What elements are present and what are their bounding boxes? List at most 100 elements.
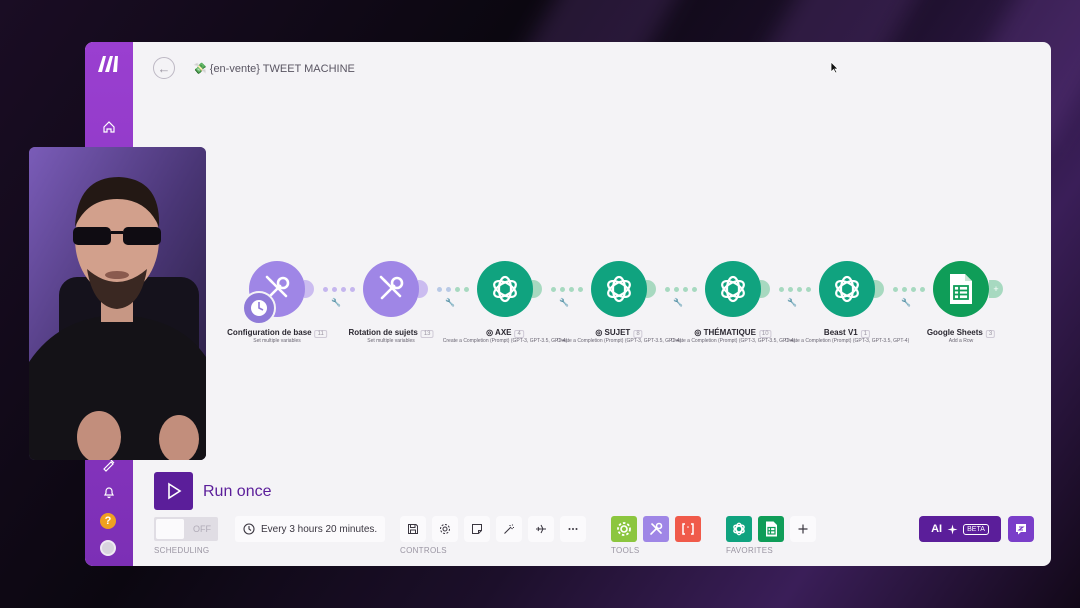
toggle-knob <box>156 519 184 539</box>
module-axe[interactable] <box>477 261 533 317</box>
scenario-title-text: {en-vente} TWEET MACHINE <box>209 63 355 75</box>
module-label: ◎ THÉMATIQUE 10 <box>694 328 772 338</box>
gear-icon <box>440 524 450 534</box>
scheduling-toggle[interactable]: OFF <box>154 517 218 541</box>
run-once-button[interactable] <box>154 472 193 510</box>
route-wrench-icon[interactable]: 🔧 <box>331 298 341 307</box>
module-beast-v1[interactable] <box>819 261 875 317</box>
node-port[interactable] <box>418 280 428 298</box>
connector-dots <box>551 287 583 292</box>
schedule-interval-button[interactable]: Every 3 hours 20 minutes. <box>235 516 386 542</box>
route-wrench-icon[interactable]: 🔧 <box>787 298 797 307</box>
ai-assistant-button[interactable]: AI BETA <box>919 516 1001 542</box>
route-wrench-icon[interactable]: 🔧 <box>445 298 455 307</box>
openai-icon <box>835 275 859 303</box>
clock-icon <box>243 523 255 535</box>
airplane-icon <box>536 524 546 534</box>
save-icon <box>408 524 418 534</box>
schedule-clock-icon[interactable] <box>242 291 276 325</box>
play-icon <box>167 482 181 500</box>
editor-window: ? ← 💸 {en-vente} TWEET MACHINE 🔧 🔧 🔧 🔧 🔧… <box>85 42 1051 566</box>
tools-icon <box>650 522 663 535</box>
scenario-settings-button[interactable] <box>432 516 458 542</box>
module-description: Create a Completion (Prompt) (GPT-3, GPT… <box>556 338 682 344</box>
connector-dots <box>893 287 925 292</box>
module-description: Create a Completion (Prompt) (GPT-3, GPT… <box>670 338 796 344</box>
favorite-openai-button[interactable] <box>726 516 752 542</box>
money-emoji-icon: 💸 <box>193 63 207 75</box>
openai-icon <box>607 275 631 303</box>
add-favorite-button[interactable] <box>790 516 816 542</box>
scheduling-section-label: SCHEDULING <box>154 546 210 555</box>
plus-icon <box>798 524 808 534</box>
home-icon[interactable] <box>99 117 119 137</box>
tools-json-button[interactable] <box>675 516 701 542</box>
module-label: Configuration de base 11 <box>227 328 327 338</box>
mouse-cursor-icon <box>830 61 839 74</box>
run-once-label[interactable]: Run once <box>203 483 272 501</box>
notifications-bell-icon[interactable] <box>99 482 119 502</box>
tools-flow-control-button[interactable] <box>611 516 637 542</box>
chat-icon <box>1016 524 1026 535</box>
webcam-overlay <box>29 147 206 460</box>
brackets-icon <box>682 523 694 535</box>
module-sujet[interactable] <box>591 261 647 317</box>
openai-icon <box>493 275 517 303</box>
module-rotation-de-sujets[interactable] <box>363 261 419 317</box>
route-wrench-icon[interactable]: 🔧 <box>901 298 911 307</box>
user-avatar[interactable] <box>100 540 116 556</box>
route-wrench-icon[interactable]: 🔧 <box>673 298 683 307</box>
controls-section-label: CONTROLS <box>400 546 447 555</box>
back-arrow-icon[interactable]: ← <box>153 57 175 79</box>
favorite-google-sheets-button[interactable] <box>758 516 784 542</box>
beta-badge: BETA <box>963 523 989 535</box>
ai-label: AI <box>931 523 943 535</box>
connector-dots <box>437 287 469 292</box>
node-port[interactable] <box>304 280 314 298</box>
module-label: ◎ SUJET 8 <box>595 328 643 338</box>
node-port[interactable] <box>760 280 770 298</box>
module-description: Add a Row <box>948 338 974 344</box>
openai-icon <box>721 275 745 303</box>
node-port[interactable] <box>874 280 884 298</box>
explain-flow-button[interactable] <box>528 516 554 542</box>
tools-icon <box>379 275 404 300</box>
support-chat-button[interactable] <box>1008 516 1034 542</box>
more-dots-icon <box>568 528 578 530</box>
scenario-title[interactable]: 💸 {en-vente} TWEET MACHINE <box>193 62 355 75</box>
auto-align-button[interactable] <box>496 516 522 542</box>
sheets-icon <box>765 521 777 537</box>
sheets-icon <box>950 274 972 304</box>
schedule-interval-text: Every 3 hours 20 minutes. <box>261 523 378 535</box>
save-button[interactable] <box>400 516 426 542</box>
help-icon[interactable]: ? <box>100 513 116 529</box>
module-description: Create a Completion (Prompt) (GPT-3, GPT… <box>442 338 568 344</box>
note-icon <box>472 524 482 534</box>
connector-dots <box>665 287 697 292</box>
gear-icon <box>617 522 631 536</box>
route-wrench-icon[interactable]: 🔧 <box>559 298 569 307</box>
module-label: ◎ AXE 4 <box>486 328 524 338</box>
module-label: Beast V1 1 <box>824 328 871 338</box>
module-google-sheets[interactable] <box>933 261 989 317</box>
module-description: Set multiple variables <box>367 338 415 344</box>
more-options-button[interactable] <box>560 516 586 542</box>
module-label: Rotation de sujets 13 <box>348 328 434 338</box>
favorites-section-label: FAVORITES <box>726 546 774 555</box>
magic-wand-icon <box>504 524 514 534</box>
tools-section-label: TOOLS <box>611 546 640 555</box>
add-module-port[interactable]: + <box>989 280 1003 298</box>
make-logo-icon[interactable] <box>96 54 122 74</box>
connector-dots <box>323 287 355 292</box>
notes-button[interactable] <box>464 516 490 542</box>
node-port[interactable] <box>532 280 542 298</box>
sparkle-icon <box>947 524 958 534</box>
openai-icon <box>733 522 745 536</box>
presenter-video-frame <box>29 147 206 460</box>
module-description: Set multiple variables <box>253 338 301 344</box>
module-thematique[interactable] <box>705 261 761 317</box>
module-description: Create a Completion (Prompt) (GPT-3, GPT… <box>784 338 910 344</box>
tools-set-variables-button[interactable] <box>643 516 669 542</box>
node-port[interactable] <box>646 280 656 298</box>
toggle-state: OFF <box>193 524 211 534</box>
